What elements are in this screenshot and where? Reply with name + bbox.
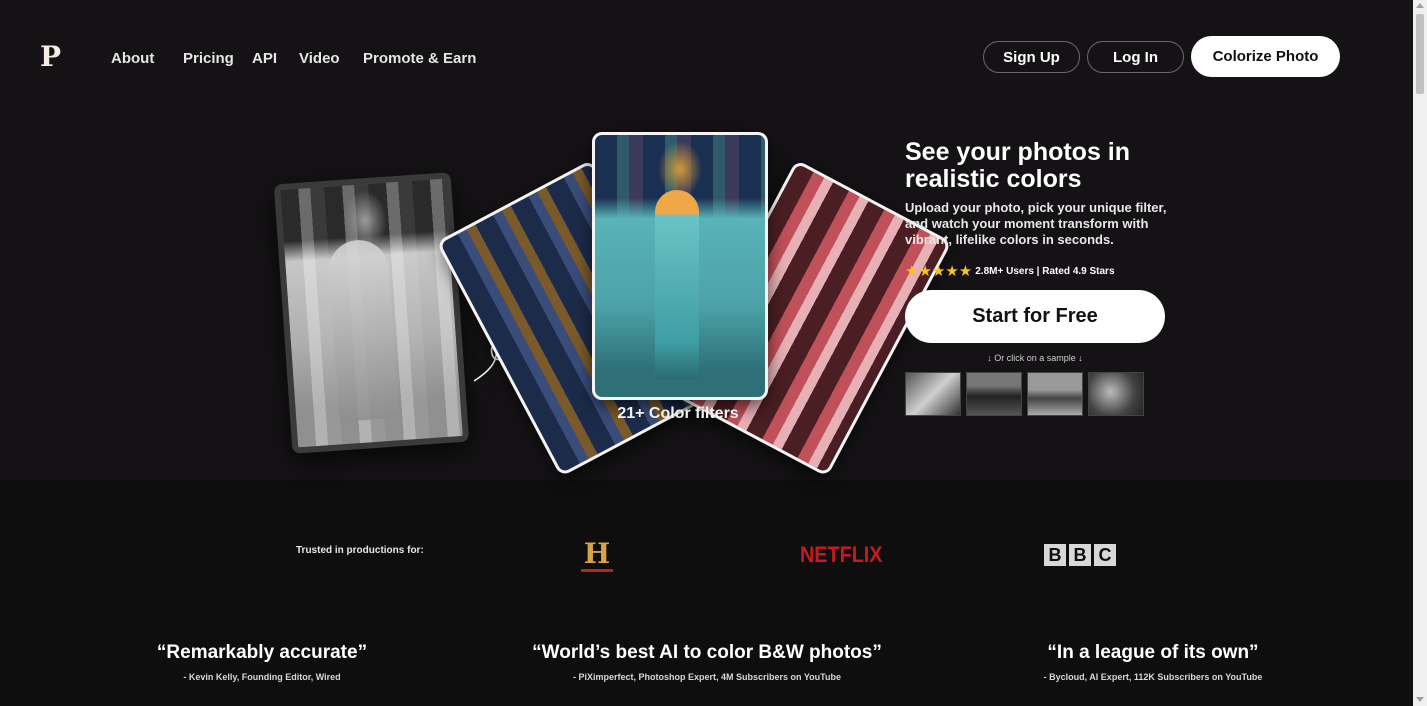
quote-source: - Kevin Kelly, Founding Editor, Wired: [183, 672, 341, 682]
scroll-up-icon[interactable]: [1416, 3, 1424, 8]
sample-thumbnail[interactable]: [966, 372, 1022, 416]
nav-pricing[interactable]: Pricing: [183, 50, 234, 67]
rating-text: 2.8M+ Users | Rated 4.9 Stars: [975, 265, 1115, 277]
sign-up-button[interactable]: Sign Up: [983, 41, 1080, 73]
colorize-photo-button[interactable]: Colorize Photo: [1191, 36, 1340, 77]
sample-thumbnail[interactable]: [1027, 372, 1083, 416]
bbc-letter: B: [1044, 544, 1066, 566]
nav-video[interactable]: Video: [299, 50, 340, 67]
scroll-down-icon[interactable]: [1416, 697, 1424, 702]
color-filters-label: 21+ Color filters: [617, 405, 739, 422]
sample-label: ↓ Or click on a sample ↓: [987, 353, 1083, 363]
bbc-logo: B B C: [1044, 544, 1116, 566]
bbc-letter: C: [1094, 544, 1116, 566]
sample-thumbnail[interactable]: [905, 372, 961, 416]
rating-row: ★★★★★ 2.8M+ Users | Rated 4.9 Stars: [905, 262, 1115, 280]
netflix-logo: NETFLIX: [800, 542, 883, 567]
scrollbar-thumb[interactable]: [1416, 14, 1424, 94]
start-for-free-button[interactable]: Start for Free: [905, 290, 1165, 343]
quote-text: “Remarkably accurate”: [156, 642, 368, 663]
nav-about[interactable]: About: [111, 50, 154, 67]
hero-subtitle: Upload your photo, pick your unique filt…: [905, 200, 1167, 247]
trusted-label: Trusted in productions for:: [296, 545, 424, 556]
vertical-scrollbar[interactable]: [1413, 0, 1427, 706]
history-logo: H: [581, 539, 613, 572]
log-in-button[interactable]: Log In: [1087, 41, 1184, 73]
quote-text: “In a league of its own”: [1047, 642, 1259, 663]
nav-api[interactable]: API: [252, 50, 277, 67]
hero-title: See your photos in realistic colors: [905, 138, 1131, 193]
site-logo[interactable]: P: [40, 40, 61, 73]
sample-thumbnail[interactable]: [1088, 372, 1144, 416]
quote-source: - PiXimperfect, Photoshop Expert, 4M Sub…: [572, 672, 842, 682]
bw-photo-figure: [326, 238, 400, 422]
quote-source: - Bycloud, AI Expert, 112K Subscribers o…: [1043, 672, 1263, 682]
star-icon: ★★★★★: [905, 263, 973, 280]
colorized-figure: [655, 190, 699, 380]
quote-text: “World’s best AI to color B&W photos”: [532, 642, 882, 663]
nav-promote-earn[interactable]: Promote & Earn: [363, 50, 476, 67]
bbc-letter: B: [1069, 544, 1091, 566]
